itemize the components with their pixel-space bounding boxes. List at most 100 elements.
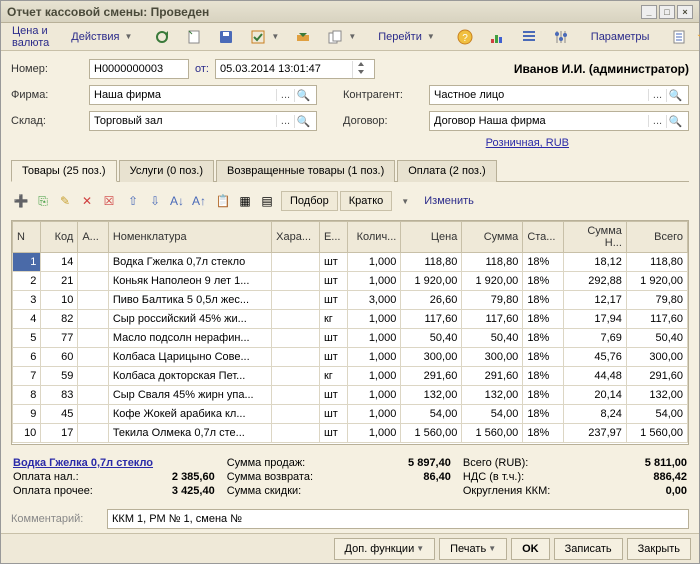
parameters-button[interactable]: Параметры	[584, 26, 657, 48]
warehouse-field[interactable]: Торговый зал ... 🔍	[89, 111, 317, 131]
maximize-button[interactable]: □	[659, 5, 675, 19]
tab-returns[interactable]: Возвращенные товары (1 поз.)	[216, 160, 395, 182]
table-icon-2[interactable]: ▤	[257, 191, 277, 211]
ellipsis-icon[interactable]: ...	[648, 89, 666, 101]
cell-unit: шт	[319, 424, 347, 443]
cell-rate: 18%	[523, 291, 563, 310]
cell-vat: 8,24	[563, 405, 626, 424]
number-field[interactable]: Н0000000003	[89, 59, 189, 79]
cell-rate: 18%	[523, 329, 563, 348]
contragent-field[interactable]: Частное лицо ... 🔍	[429, 85, 689, 105]
search-icon[interactable]: 🔍	[294, 115, 312, 128]
toolbar-icon-2[interactable]	[179, 26, 209, 48]
delete-row-button[interactable]: ✕	[77, 191, 97, 211]
toolbar-icon-4[interactable]: ▼	[243, 26, 286, 48]
contract-field[interactable]: Договор Наша фирма ... 🔍	[429, 111, 689, 131]
change-button[interactable]: Изменить	[416, 191, 482, 211]
col-price[interactable]: Цена	[401, 222, 462, 253]
cell-unit: шт	[319, 253, 347, 272]
col-n[interactable]: N	[13, 222, 41, 253]
table-row[interactable]: 1017Текила Олмека 0,7л сте...шт1,0001 56…	[13, 424, 688, 443]
delete-all-button[interactable]: ☒	[99, 191, 119, 211]
move-up-button[interactable]: ⇧	[123, 191, 143, 211]
selected-item-link[interactable]: Водка Гжелка 0,7л стекло	[13, 457, 153, 469]
cell-rate: 18%	[523, 253, 563, 272]
col-rate[interactable]: Ста...	[523, 222, 563, 253]
table-row[interactable]: 883Сыр Сваля 45% жирн упа...шт1,000132,0…	[13, 386, 688, 405]
firm-field[interactable]: Наша фирма ... 🔍	[89, 85, 317, 105]
search-icon[interactable]: 🔍	[666, 89, 684, 102]
table-icon-1[interactable]: ▦	[235, 191, 255, 211]
ellipsis-icon[interactable]: ...	[276, 115, 294, 127]
cell-code: 77	[41, 329, 78, 348]
cell-nomen: Сыр российский 45% жи...	[108, 310, 271, 329]
col-qty[interactable]: Колич...	[348, 222, 401, 253]
col-unit[interactable]: Е...	[319, 222, 347, 253]
move-down-button[interactable]: ⇩	[145, 191, 165, 211]
table-row[interactable]: 221Коньяк Наполеон 9 лет 1...шт1,0001 92…	[13, 272, 688, 291]
col-vat[interactable]: Сумма Н...	[563, 222, 626, 253]
table-row[interactable]: 114Водка Гжелка 0,7л стеклошт1,000118,80…	[13, 253, 688, 272]
sort-desc-button[interactable]: A↑	[189, 191, 209, 211]
col-a[interactable]: А...	[78, 222, 108, 253]
cell-rate: 18%	[523, 424, 563, 443]
table-row[interactable]: 482Сыр российский 45% жи...кг1,000117,60…	[13, 310, 688, 329]
summary-panel: Водка Гжелка 0,7л стекло Оплата нал.:2 3…	[11, 451, 689, 501]
toolbar-icon-7[interactable]	[482, 26, 512, 48]
add-row-button[interactable]: ➕	[11, 191, 31, 211]
tab-services[interactable]: Услуги (0 поз.)	[119, 160, 214, 182]
save-button[interactable]: Записать	[554, 538, 623, 560]
edit-row-button[interactable]: ✎	[55, 191, 75, 211]
col-char[interactable]: Хара...	[272, 222, 320, 253]
toolbar-icon-8[interactable]	[514, 26, 544, 48]
print-button[interactable]: Печать▼	[439, 538, 507, 560]
col-total[interactable]: Всего	[626, 222, 687, 253]
col-nomen[interactable]: Номенклатура	[108, 222, 271, 253]
search-icon[interactable]: 🔍	[294, 89, 312, 102]
table-row[interactable]: 945Кофе Жокей арабика кл...шт1,00054,005…	[13, 405, 688, 424]
toolbar-icon-6[interactable]: ▼	[320, 26, 363, 48]
table-row[interactable]: 310Пиво Балтика 5 0,5л жес...шт3,00026,6…	[13, 291, 688, 310]
date-spinner-icon[interactable]	[352, 61, 370, 78]
copy-row-button[interactable]: ⎘	[33, 191, 53, 211]
star-icon[interactable]: ★	[696, 27, 700, 47]
comment-field[interactable]: ККМ 1, РМ № 1, смена №	[107, 509, 689, 529]
goto-menu[interactable]: Перейти▼	[371, 26, 442, 48]
close-button[interactable]: ×	[677, 5, 693, 19]
select-button[interactable]: Подбор	[281, 191, 338, 211]
date-field[interactable]: 05.03.2014 13:01:47	[215, 59, 375, 79]
toolbar-icon-9[interactable]	[546, 26, 576, 48]
toolbar-icon-10[interactable]	[664, 26, 694, 48]
ok-button[interactable]: OK	[511, 538, 550, 560]
close-form-button[interactable]: Закрыть	[627, 538, 691, 560]
cell-price: 1 560,00	[401, 424, 462, 443]
toolbar-icon-3[interactable]	[211, 26, 241, 48]
sort-asc-button[interactable]: A↓	[167, 191, 187, 211]
price-currency-button[interactable]: Цена и валюта	[5, 26, 56, 48]
toolbar-icon-1[interactable]	[147, 26, 177, 48]
retail-link[interactable]: Розничная, RUB	[486, 137, 569, 149]
extra-functions-button[interactable]: Доп. функции▼	[334, 538, 436, 560]
cell-total: 132,00	[626, 386, 687, 405]
table-row[interactable]: 759Колбаса докторская Пет...кг1,000291,6…	[13, 367, 688, 386]
tab-goods[interactable]: Товары (25 поз.)	[11, 160, 117, 182]
ellipsis-icon[interactable]: ...	[648, 115, 666, 127]
cell-qty: 1,000	[348, 329, 401, 348]
col-code[interactable]: Код	[41, 222, 78, 253]
short-button[interactable]: Кратко	[340, 191, 393, 211]
ellipsis-icon[interactable]: ...	[276, 89, 294, 101]
actions-menu[interactable]: Действия▼	[64, 26, 139, 48]
table-row[interactable]: 577Масло подсолн нерафин...шт1,00050,405…	[13, 329, 688, 348]
cell-char	[272, 272, 320, 291]
chart-icon	[489, 29, 505, 45]
search-icon[interactable]: 🔍	[666, 115, 684, 128]
fill-button[interactable]: 📋	[213, 191, 233, 211]
table-row[interactable]: 660Колбаса Царицыно Сове...шт1,000300,00…	[13, 348, 688, 367]
properties-icon	[671, 29, 687, 45]
col-sum[interactable]: Сумма	[462, 222, 523, 253]
help-button[interactable]: ?	[450, 26, 480, 48]
minimize-button[interactable]: _	[641, 5, 657, 19]
short-dropdown[interactable]: ▼	[394, 191, 414, 211]
tab-payment[interactable]: Оплата (2 поз.)	[397, 160, 496, 182]
toolbar-icon-5[interactable]	[288, 26, 318, 48]
